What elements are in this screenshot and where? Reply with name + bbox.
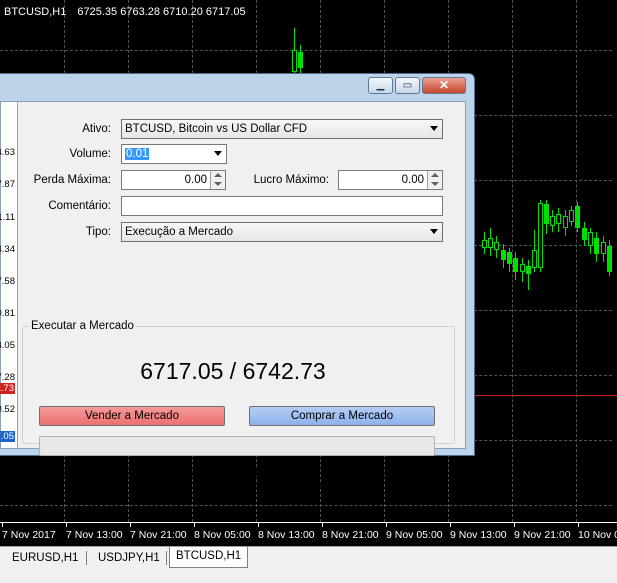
candle [569,210,574,222]
ladder-price: 4.63 [0,147,15,158]
ladder-price: 7.87 [0,179,15,190]
time-tick-label: 9 Nov 13:00 [450,529,507,541]
candle [513,258,518,272]
ladder-price: 0.52 [0,404,15,415]
time-axis: 7 Nov 2017 7 Nov 13:00 7 Nov 21:00 8 Nov… [0,522,617,547]
symbol-select-value: BTCUSD, Bitcoin vs US Dollar CFD [125,123,308,135]
tab-separator [86,551,87,565]
chart-ohlc: 6725.35 6763.28 6710.20 6717.05 [77,6,246,18]
ativo-label: Ativo: [82,123,111,135]
tab-btcusd[interactable]: BTCUSD,H1 [169,547,249,568]
warning-line: preço solicitado pode ser significativa! [145,481,331,493]
time-tick-label: 10 Nov 05:00 [578,529,617,541]
ladder-price: 4.05 [0,340,15,351]
candle [594,238,599,254]
stop-loss-value: 0.00 [184,174,207,186]
execution-progress-bar [39,436,435,456]
stop-loss-stepper[interactable] [210,171,225,189]
tab-usdjpy[interactable]: USDJPY,H1 [92,549,166,567]
bid-ask-quote: 6717.05 / 6742.73 [140,358,326,384]
stop-loss-label: Perda Máxima: [33,174,111,186]
candle [526,266,531,274]
candle [501,250,506,260]
symbol-select[interactable]: BTCUSD, Bitcoin vs US Dollar CFD [121,119,443,139]
chart-tab-bar: EURUSD,H1 USDJPY,H1 BTCUSD,H1 [0,546,617,583]
order-type-value: Execução a Mercado [125,226,234,238]
time-tick-label: 8 Nov 21:00 [322,529,379,541]
take-profit-value: 0.00 [401,174,424,186]
candle [588,232,593,246]
candle [528,260,529,290]
candle [482,240,487,248]
price-ladder: 4.63 7.87 1.11 4.34 7.58 0.81 4.05 7.28 … [0,102,18,448]
candle [292,50,297,72]
take-profit-label: Lucro Máximo: [253,174,329,186]
time-tick-label: 8 Nov 13:00 [258,529,315,541]
candle [532,250,537,268]
chevron-down-icon [430,229,438,234]
time-tick-label: 8 Nov 05:00 [194,529,251,541]
volume-input[interactable]: 0.01 [121,144,227,164]
candle [544,204,549,224]
buy-market-button[interactable]: Comprar a Mercado [249,406,435,426]
ladder-price: 0.81 [0,308,15,319]
take-profit-input[interactable]: 0.00 [338,170,443,190]
take-profit-stepper[interactable] [427,171,442,189]
candle [494,242,499,250]
candle [601,242,606,254]
grid-line [0,505,612,506]
candle [550,216,555,226]
chart-symbol: BTCUSD,H1 [4,6,67,18]
sell-market-button[interactable]: Vender a Mercado [39,406,225,426]
volume-label: Volume: [69,148,111,160]
candle [563,216,568,228]
order-dialog: ▁ ▭ ✕ 4.63 7.87 1.11 4.34 7.58 0.81 4.05… [0,73,475,493]
time-tick-label: 9 Nov 21:00 [514,529,571,541]
dialog-body: 4.63 7.87 1.11 4.34 7.58 0.81 4.05 7.28 … [0,101,466,493]
candle [538,203,543,268]
tab-eurusd[interactable]: EURUSD,H1 [6,549,84,567]
market-execution-group [22,326,455,444]
comment-input[interactable] [121,196,443,216]
market-execution-title: Executar a Mercado [29,320,136,332]
tab-separator [166,551,167,565]
dialog-title-bar[interactable]: ▁ ▭ ✕ [0,74,474,101]
chevron-down-icon [430,126,438,131]
maximize-icon[interactable]: ▭ [395,77,420,94]
ladder-bid-price: 7.05 [0,431,15,442]
candle [556,214,561,224]
chart-header: BTCUSD,H1 6725.35 6763.28 6710.20 6717.0… [4,6,246,18]
time-tick-label: 7 Nov 13:00 [66,529,123,541]
candle [488,238,493,248]
grid-line [576,0,577,522]
candle [582,228,587,240]
time-tick-label: 7 Nov 21:00 [130,529,187,541]
stop-loss-input[interactable]: 0.00 [121,170,226,190]
order-type-select[interactable]: Execução a Mercado [121,222,443,242]
type-label: Tipo: [85,226,111,238]
close-icon[interactable]: ✕ [422,77,466,94]
bid-price-line [474,395,617,396]
ladder-price: 4.34 [0,244,15,255]
warning-line: Atenção! A posição será executada nas co… [38,467,438,479]
grid-line [0,50,612,51]
candle [507,252,512,264]
candle [607,246,612,272]
ladder-price: 7.58 [0,276,15,287]
candle [520,264,525,272]
candle [298,52,303,68]
chevron-down-icon[interactable] [214,151,222,156]
execution-warning: Atenção! A posição será executada nas co… [29,466,447,494]
comment-label: Comentário: [48,200,111,212]
time-tick-label: 7 Nov 2017 [2,529,56,541]
time-tick-label: 9 Nov 05:00 [386,529,443,541]
minimize-icon[interactable]: ▁ [368,77,393,94]
volume-input-value: 0.01 [125,148,150,160]
ladder-price: 1.11 [0,212,15,223]
candle [575,206,580,228]
